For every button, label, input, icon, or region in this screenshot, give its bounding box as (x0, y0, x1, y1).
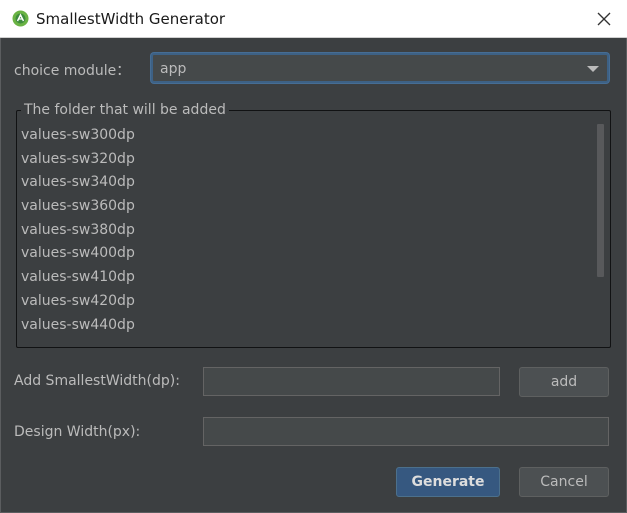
scrollbar-thumb[interactable] (597, 124, 604, 278)
list-item[interactable]: values-sw340dp (17, 171, 595, 195)
list-item[interactable]: values-sw420dp (17, 290, 595, 314)
module-label: choice module： (14, 63, 131, 79)
android-studio-icon (12, 10, 29, 27)
list-item[interactable]: values-sw400dp (17, 242, 595, 266)
folder-list-scrollbar[interactable] (595, 124, 607, 346)
cancel-button[interactable]: Cancel (519, 467, 609, 497)
list-item[interactable]: values-sw360dp (17, 195, 595, 219)
add-button[interactable]: add (519, 367, 609, 397)
design-width-input[interactable] (203, 417, 609, 446)
add-width-label: Add SmallestWidth(dp): (14, 373, 180, 389)
list-item[interactable]: values-sw320dp (17, 148, 595, 172)
list-item[interactable]: values-sw380dp (17, 219, 595, 243)
list-item[interactable]: values-sw440dp (17, 314, 595, 338)
title-bar: SmallestWidth Generator (0, 0, 627, 38)
close-icon (597, 12, 611, 25)
folder-list[interactable]: values-sw300dp values-sw320dp values-sw340… (17, 124, 595, 346)
design-width-label: Design Width(px): (14, 424, 141, 440)
list-item[interactable]: values-sw300dp (17, 124, 595, 148)
generate-button[interactable]: Generate (396, 467, 500, 497)
add-width-input[interactable] (203, 367, 500, 396)
module-select[interactable]: app (151, 53, 609, 83)
chevron-down-icon (587, 66, 599, 72)
window-title: SmallestWidth Generator (36, 10, 226, 28)
list-item[interactable]: values-sw410dp (17, 266, 595, 290)
folder-list-legend: The folder that will be added (21, 102, 229, 118)
module-select-value: app (160, 61, 187, 77)
close-button[interactable] (581, 0, 627, 37)
